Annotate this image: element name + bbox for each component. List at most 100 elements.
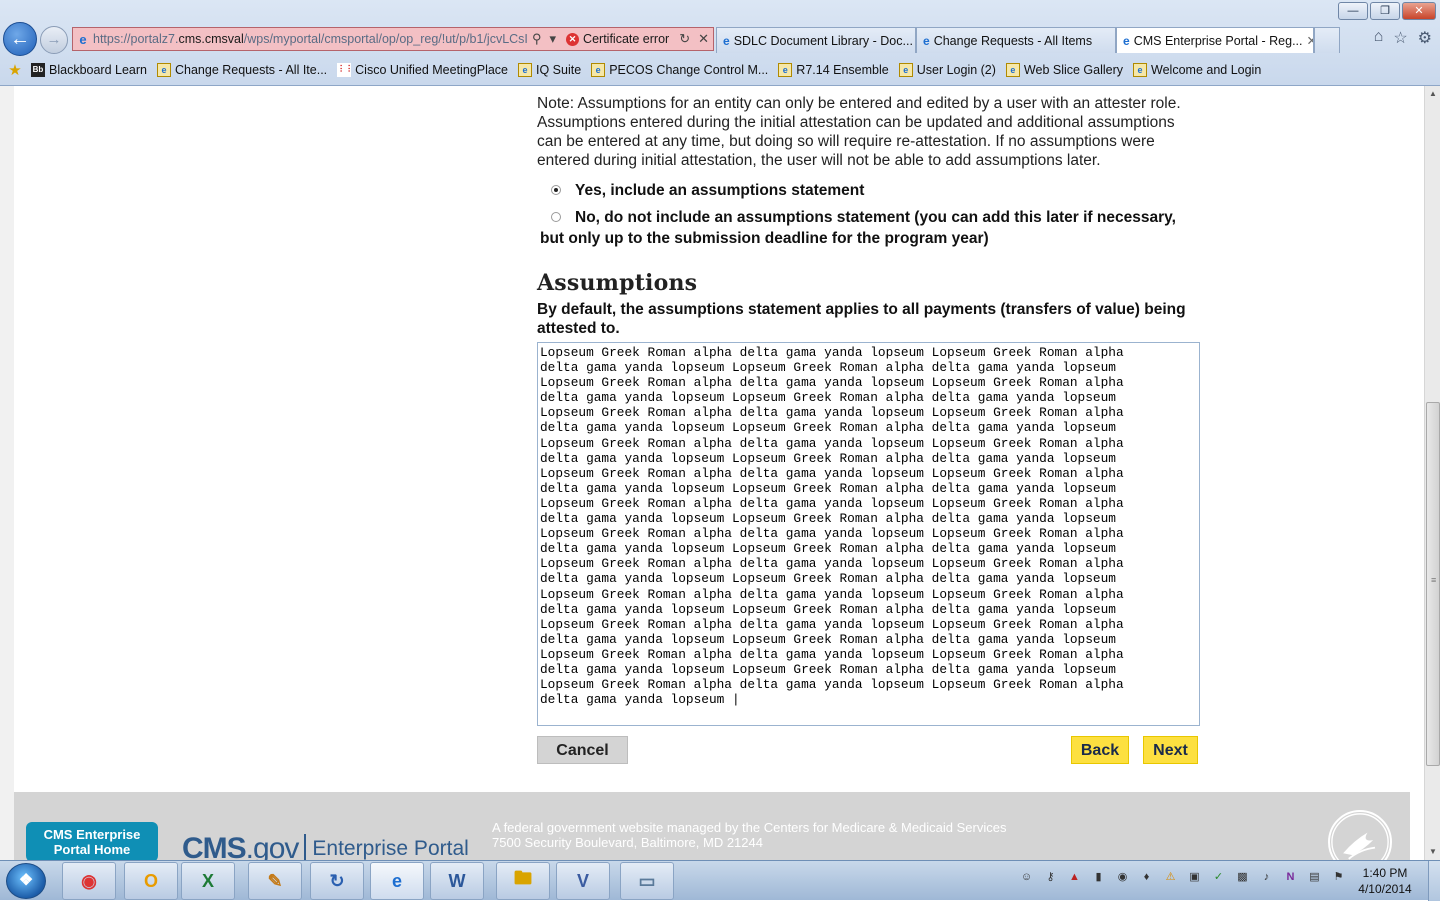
- tray-flag-icon[interactable]: ⚑: [1330, 869, 1347, 886]
- page-left-margin: [0, 86, 14, 860]
- chrome-icon: ◉: [81, 870, 97, 891]
- show-desktop-button[interactable]: [1428, 861, 1440, 901]
- tray-alert-icon[interactable]: ⚠: [1162, 869, 1179, 886]
- system-tray: ☺ ⚷ ▲ ▮ ◉ ♦ ⚠ ▣ ✓ ▩ ♪ N ▤ ⚑: [1018, 869, 1347, 886]
- search-icon[interactable]: ⚲: [528, 31, 546, 47]
- start-button[interactable]: ❖: [6, 863, 46, 899]
- ie-page-icon: e: [156, 63, 171, 77]
- taskbar-internet-explorer[interactable]: e: [370, 862, 424, 900]
- tray-signal-icon[interactable]: ▮: [1090, 869, 1107, 886]
- taskbar-paint[interactable]: ✎: [248, 862, 302, 900]
- fav-blackboard[interactable]: Bb Blackboard Learn: [26, 63, 152, 77]
- refresh-icon[interactable]: ↻: [675, 31, 694, 47]
- cancel-button[interactable]: Cancel: [537, 736, 628, 764]
- tab-sdlc-library[interactable]: e SDLC Document Library - Doc...: [716, 27, 916, 53]
- hhs-seal-icon: [1328, 810, 1392, 860]
- portal-home-button[interactable]: CMS Enterprise Portal Home: [26, 822, 158, 860]
- option-yes-label: Yes, include an assumptions statement: [575, 182, 865, 199]
- browser-toolbar-icons: ⌂ ☆ ⚙: [1374, 28, 1432, 48]
- taskbar-word[interactable]: W: [430, 862, 484, 900]
- assumptions-heading: Assumptions: [537, 270, 698, 296]
- app-icon: ↻: [329, 870, 345, 891]
- close-window-button[interactable]: ✕: [1402, 2, 1436, 20]
- fav-r714[interactable]: e R7.14 Ensemble: [773, 63, 893, 77]
- fav-iq-suite[interactable]: e IQ Suite: [513, 63, 586, 77]
- close-tab-icon[interactable]: ✕: [1307, 29, 1314, 53]
- favorites-star-icon[interactable]: ☆: [1393, 28, 1407, 48]
- stop-icon[interactable]: ✕: [694, 31, 713, 47]
- back-nav-button[interactable]: ←: [3, 22, 37, 56]
- taskbar-app2[interactable]: ▭: [620, 862, 674, 900]
- tray-network-icon[interactable]: ◉: [1114, 869, 1131, 886]
- taskbar-chrome[interactable]: ◉: [62, 862, 116, 900]
- browser-chrome: — ❐ ✕ ← → e https://portalz7.cms.cmsval/…: [0, 0, 1440, 86]
- logo-cms: CMS: [182, 832, 247, 860]
- cisco-icon: ⋮⋮: [337, 63, 353, 77]
- taskbar-outlook[interactable]: O: [124, 862, 178, 900]
- certificate-error-button[interactable]: ✕ Certificate error: [560, 32, 675, 46]
- home-line2: Portal Home: [53, 842, 131, 857]
- tray-volume-icon[interactable]: ♪: [1258, 869, 1275, 886]
- fav-welcome-login[interactable]: e Welcome and Login: [1128, 63, 1266, 77]
- system-clock[interactable]: 1:40 PM 4/10/2014: [1352, 865, 1418, 897]
- next-button[interactable]: Next: [1143, 736, 1198, 764]
- taskbar-excel[interactable]: X: [181, 862, 235, 900]
- tab-cms-portal[interactable]: e CMS Enterprise Portal - Reg... ✕: [1116, 27, 1314, 53]
- option-no-row[interactable]: No, do not include an assumptions statem…: [537, 207, 1176, 249]
- taskbar-explorer[interactable]: 🖿: [496, 862, 550, 900]
- page-scrollbar[interactable]: ▲ ≡ ▼: [1424, 86, 1440, 860]
- folder-icon: 🖿: [514, 868, 532, 888]
- radio-yes[interactable]: [551, 185, 561, 195]
- back-button[interactable]: Back: [1071, 736, 1129, 764]
- forward-nav-button[interactable]: →: [40, 26, 68, 54]
- new-tab-button[interactable]: [1314, 27, 1340, 53]
- scroll-up-icon[interactable]: ▲: [1425, 86, 1440, 102]
- settings-gear-icon[interactable]: ⚙: [1418, 28, 1432, 48]
- ie-tab-icon: e: [1123, 33, 1130, 48]
- ie-tab-icon: e: [923, 33, 930, 48]
- radio-no[interactable]: [551, 212, 561, 222]
- favorites-add-icon[interactable]: ★: [4, 61, 26, 79]
- page-footer: CMS Enterprise Portal Home CMS .gov Ente…: [14, 792, 1410, 860]
- url-rest: /wps/myportal/cmsportal/op/op_reg/!ut/p/…: [243, 32, 528, 46]
- home-icon[interactable]: ⌂: [1374, 28, 1384, 48]
- footer-text-line2: 7500 Security Boulevard, Baltimore, MD 2…: [492, 835, 763, 850]
- fav-label: Blackboard Learn: [49, 63, 147, 77]
- minimize-button[interactable]: —: [1338, 2, 1368, 20]
- dropdown-icon[interactable]: ▾: [546, 31, 561, 47]
- url-text[interactable]: https://portalz7.cms.cmsval/wps/myportal…: [93, 32, 528, 46]
- ie-page-icon: e: [1005, 63, 1020, 77]
- fav-user-login[interactable]: e User Login (2): [894, 63, 1001, 77]
- restore-button[interactable]: ❐: [1370, 2, 1400, 20]
- scroll-down-icon[interactable]: ▼: [1425, 844, 1440, 860]
- tray-key-icon[interactable]: ⚷: [1042, 869, 1059, 886]
- fav-cisco[interactable]: ⋮⋮ Cisco Unified MeetingPlace: [332, 63, 513, 77]
- url-prefix: https://portalz7.: [93, 32, 179, 46]
- taskbar-app[interactable]: ↻: [310, 862, 364, 900]
- logo-gov: .gov: [245, 832, 300, 860]
- tray-onenote-icon[interactable]: N: [1282, 869, 1299, 886]
- ie-page-icon: e: [518, 63, 533, 77]
- word-icon: W: [448, 870, 466, 891]
- scroll-thumb[interactable]: ≡: [1426, 402, 1440, 766]
- fav-web-slice[interactable]: e Web Slice Gallery: [1001, 63, 1128, 77]
- fav-change-requests[interactable]: e Change Requests - All Ite...: [152, 63, 332, 77]
- tray-clipboard-icon[interactable]: ▤: [1306, 869, 1323, 886]
- home-line1: CMS Enterprise: [43, 827, 141, 842]
- fav-pecos[interactable]: e PECOS Change Control M...: [586, 63, 773, 77]
- tray-sync-icon[interactable]: ✓: [1210, 869, 1227, 886]
- option-no-label-line1: No, do not include an assumptions statem…: [575, 209, 1176, 226]
- tray-security-icon[interactable]: ♦: [1138, 869, 1155, 886]
- cms-logo[interactable]: CMS .gov Enterprise Portal: [182, 832, 469, 860]
- ie-icon: e: [391, 870, 402, 891]
- assumptions-textarea[interactable]: Lopseum Greek Roman alpha delta gama yan…: [537, 342, 1200, 726]
- tray-display-icon[interactable]: ▩: [1234, 869, 1251, 886]
- fav-label: Change Requests - All Ite...: [174, 63, 328, 77]
- address-bar[interactable]: e https://portalz7.cms.cmsval/wps/myport…: [72, 27, 714, 51]
- tab-change-requests[interactable]: e Change Requests - All Items: [916, 27, 1116, 53]
- tray-shield-icon[interactable]: ▲: [1066, 869, 1083, 886]
- taskbar-visio[interactable]: V: [556, 862, 610, 900]
- tray-monitor-icon[interactable]: ▣: [1186, 869, 1203, 886]
- option-yes-row[interactable]: Yes, include an assumptions statement: [537, 180, 864, 201]
- tray-people-icon[interactable]: ☺: [1018, 869, 1035, 886]
